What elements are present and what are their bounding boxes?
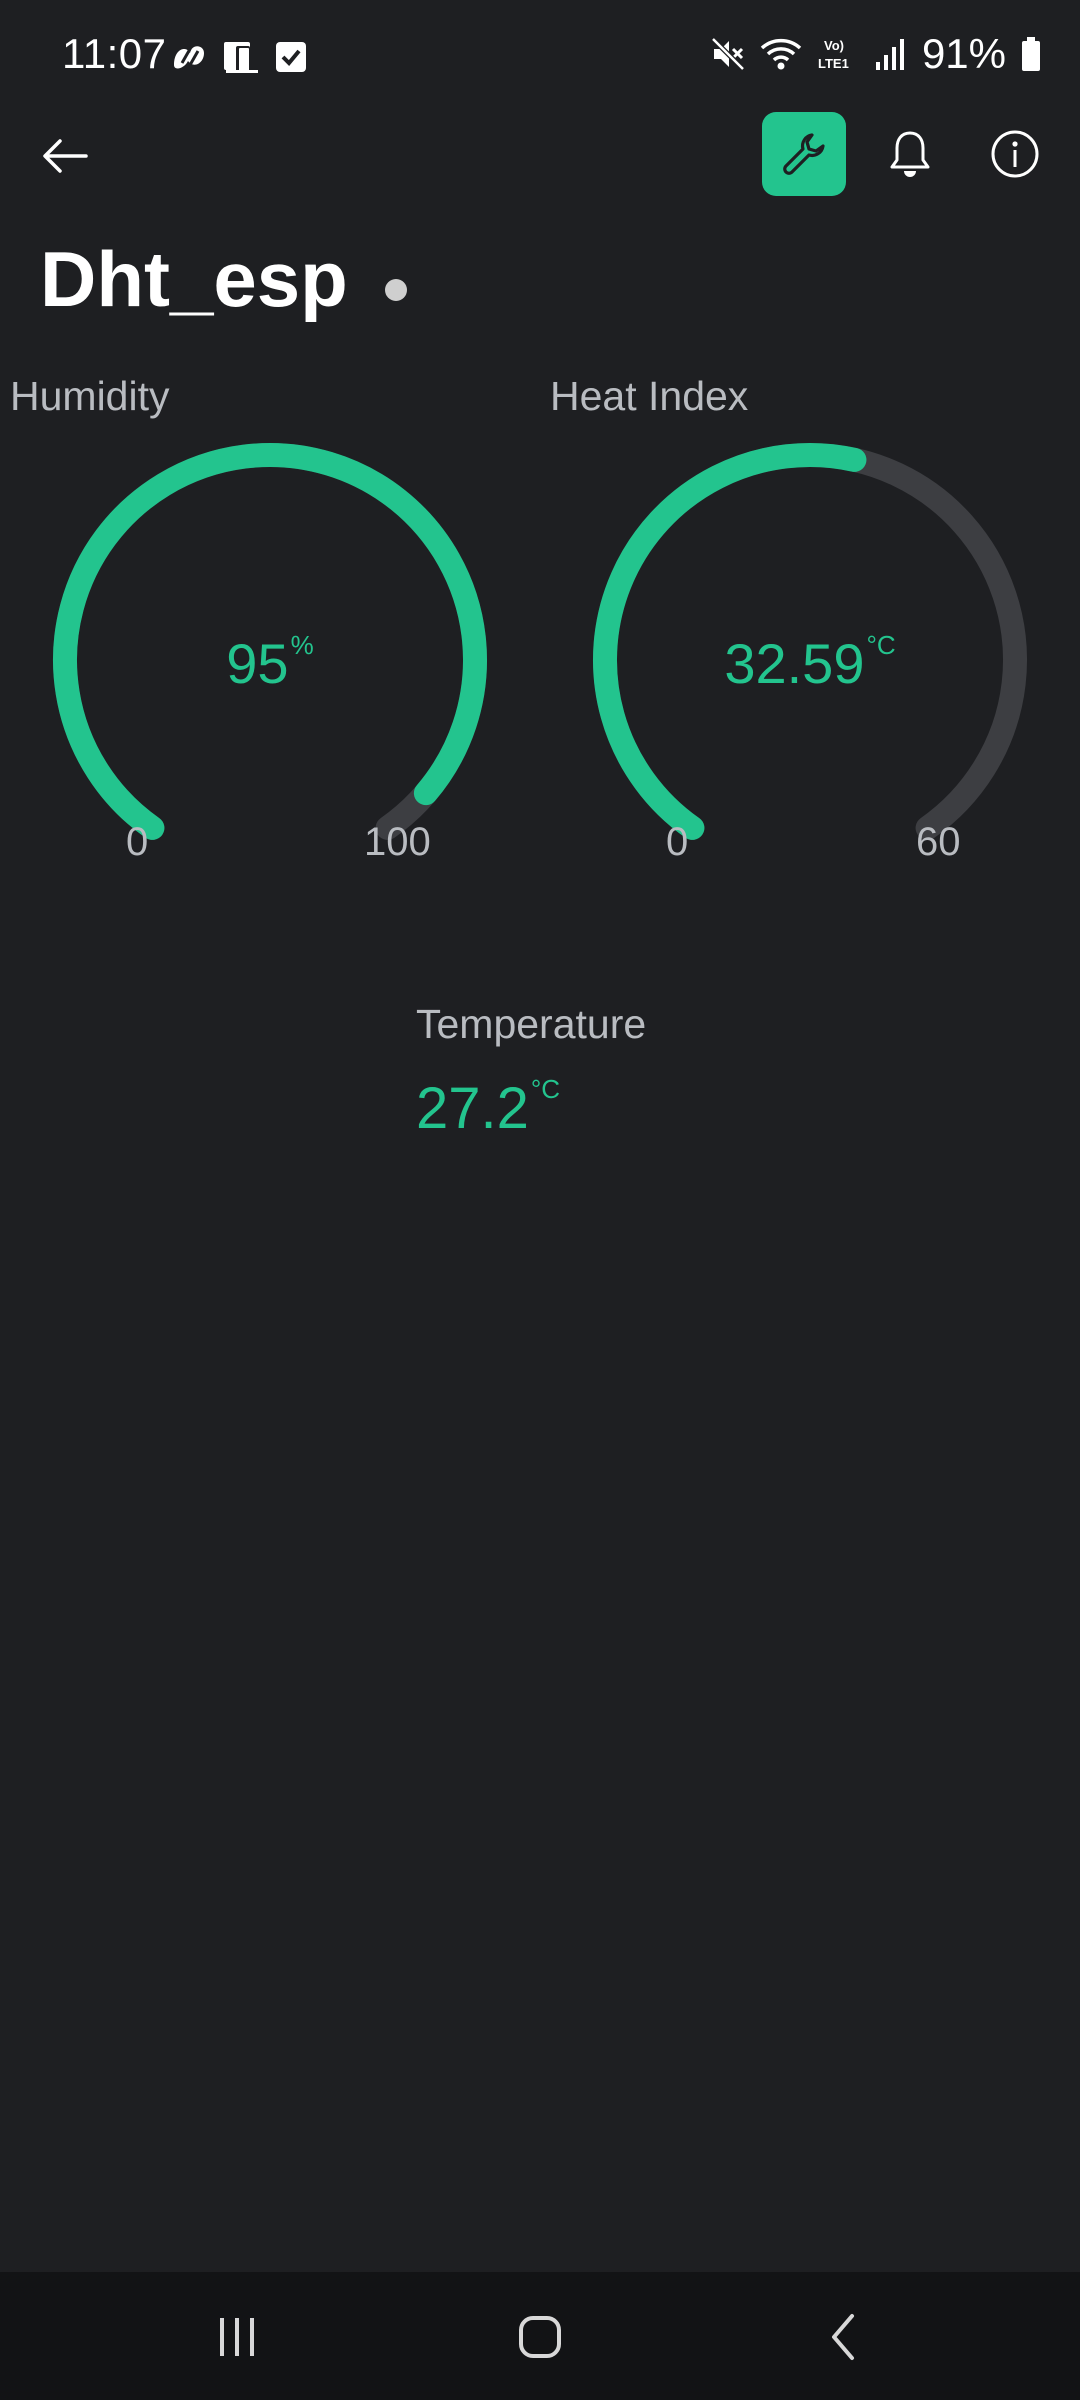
bell-icon: [890, 131, 930, 177]
info-button[interactable]: [987, 126, 1043, 182]
volte-lte-icon: Vo) LTE1: [818, 38, 849, 71]
svg-text:Vo): Vo): [824, 38, 844, 53]
edit-dashboard-button[interactable]: [762, 112, 846, 196]
humidity-unit: %: [290, 630, 314, 660]
recents-button[interactable]: [202, 2302, 272, 2372]
home-button[interactable]: [505, 2302, 575, 2372]
app-bar: [0, 110, 1080, 200]
temperature-label[interactable]: Temperature: [416, 1004, 646, 1045]
back-arrow-icon: [43, 139, 88, 173]
home-icon: [519, 2316, 561, 2358]
nav-back-icon: [832, 2314, 854, 2360]
signal-icon: [875, 39, 904, 70]
status-notification-icons: [170, 38, 308, 76]
humidity-value: 95%: [226, 632, 313, 692]
wifi-icon: [760, 38, 802, 70]
status-system-icons: Vo) LTE1 91%: [710, 30, 1042, 78]
recents-icon: [220, 2318, 254, 2356]
info-icon: [991, 130, 1039, 178]
battery-percentage: 91%: [921, 30, 1006, 77]
mute-icon: [711, 37, 745, 71]
device-status-dot: [385, 279, 407, 301]
notifications-button[interactable]: [882, 126, 938, 182]
status-bar: 11:07 Vo) LTE1 91%: [0, 0, 1080, 115]
svg-text:LTE1: LTE1: [818, 56, 849, 71]
temperature-unit: °C: [530, 1074, 561, 1104]
temperature-value-number: 27.2: [416, 1076, 529, 1141]
status-time: 11:07: [62, 30, 167, 77]
humidity-max: 100: [364, 820, 431, 864]
wrench-icon: [783, 133, 825, 175]
device-notification-icon: [224, 42, 258, 73]
nav-back-button[interactable]: [808, 2302, 878, 2372]
battery-icon: [1022, 37, 1040, 71]
back-button[interactable]: [38, 128, 94, 184]
device-title: Dht_esp: [40, 235, 348, 323]
system-nav-bar: [0, 2272, 1080, 2400]
humidity-gauge[interactable]: [0, 420, 540, 840]
heat-index-gauge[interactable]: [540, 420, 1080, 840]
humidity-min: 0: [126, 820, 149, 864]
heat-index-min: 0: [666, 820, 689, 864]
heat-index-value: 32.59°C: [724, 632, 895, 692]
checkbox-notification-icon: [276, 42, 306, 72]
heat-index-label[interactable]: Heat Index: [550, 376, 748, 417]
heat-index-max: 60: [916, 820, 961, 864]
heat-index-value-number: 32.59: [724, 632, 865, 695]
humidity-label[interactable]: Humidity: [10, 376, 169, 417]
temperature-value: 27.2°C: [416, 1076, 560, 1138]
humidity-value-number: 95: [226, 632, 289, 695]
app-notification-icon: [174, 46, 204, 69]
heat-index-unit: °C: [866, 630, 896, 660]
